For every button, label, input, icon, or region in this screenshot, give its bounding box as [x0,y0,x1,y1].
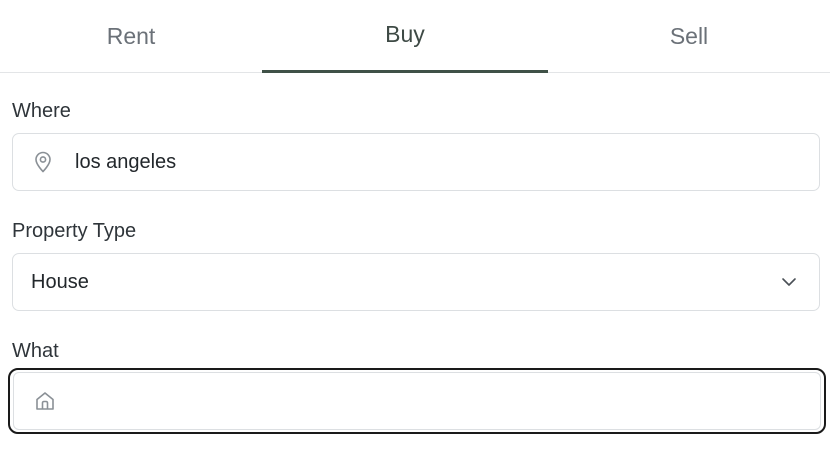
where-input[interactable]: los angeles [12,133,820,191]
property-type-value: House [31,270,89,293]
what-label: What [12,340,59,362]
what-input-focus-ring[interactable] [8,368,826,434]
tab-bar: Rent Buy Sell [0,0,830,73]
where-label: Where [12,100,71,122]
tab-rent[interactable]: Rent [0,0,262,72]
property-type-select[interactable]: House [12,253,820,311]
property-type-label: Property Type [12,220,137,242]
what-input[interactable] [13,372,821,430]
home-icon [14,390,76,412]
tab-sell[interactable]: Sell [548,0,830,72]
chevron-down-icon [759,277,819,287]
tab-buy[interactable]: Buy [262,0,548,73]
where-value: los angeles [75,150,177,173]
location-pin-icon [13,151,73,173]
